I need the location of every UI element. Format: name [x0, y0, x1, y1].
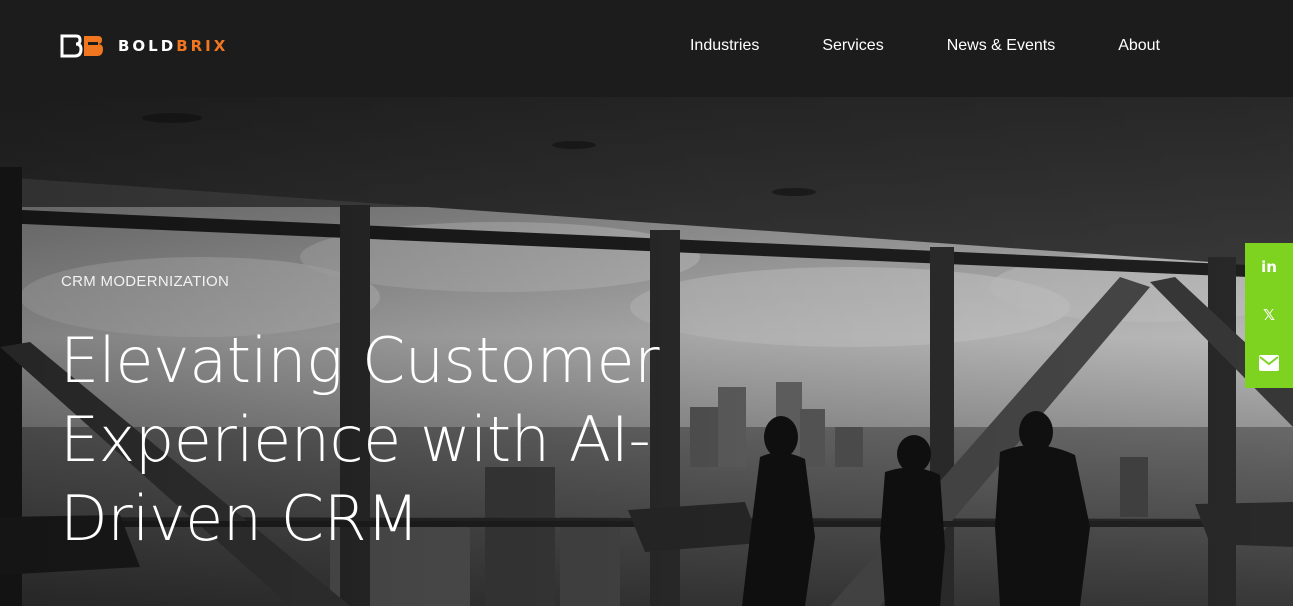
nav-item-about[interactable]: About — [1118, 35, 1160, 57]
hero-title: Elevating Customer Experience with AI-Dr… — [60, 324, 660, 555]
hero-section: CRM MODERNIZATION Elevating Customer Exp… — [0, 97, 1293, 606]
hero-eyebrow: CRM MODERNIZATION — [61, 273, 230, 290]
share-sidebar: in 𝕏 — [1245, 243, 1293, 388]
main-nav: Industries Services News & Events About — [690, 35, 1160, 57]
email-icon — [1259, 355, 1279, 371]
share-email-button[interactable] — [1245, 339, 1293, 387]
nav-item-news-events[interactable]: News & Events — [947, 35, 1055, 57]
brand-logo[interactable]: BOLDBRIX — [60, 33, 228, 59]
brand-name: BOLDBRIX — [118, 37, 229, 55]
nav-item-industries[interactable]: Industries — [690, 35, 759, 57]
x-icon: 𝕏 — [1262, 306, 1276, 324]
share-x-button[interactable]: 𝕏 — [1245, 291, 1293, 339]
logo-icon — [60, 34, 103, 58]
share-linkedin-button[interactable]: in — [1245, 243, 1293, 291]
site-header: BOLDBRIX Industries Services News & Even… — [0, 0, 1293, 97]
nav-item-services[interactable]: Services — [822, 35, 883, 57]
linkedin-icon: in — [1261, 258, 1277, 276]
